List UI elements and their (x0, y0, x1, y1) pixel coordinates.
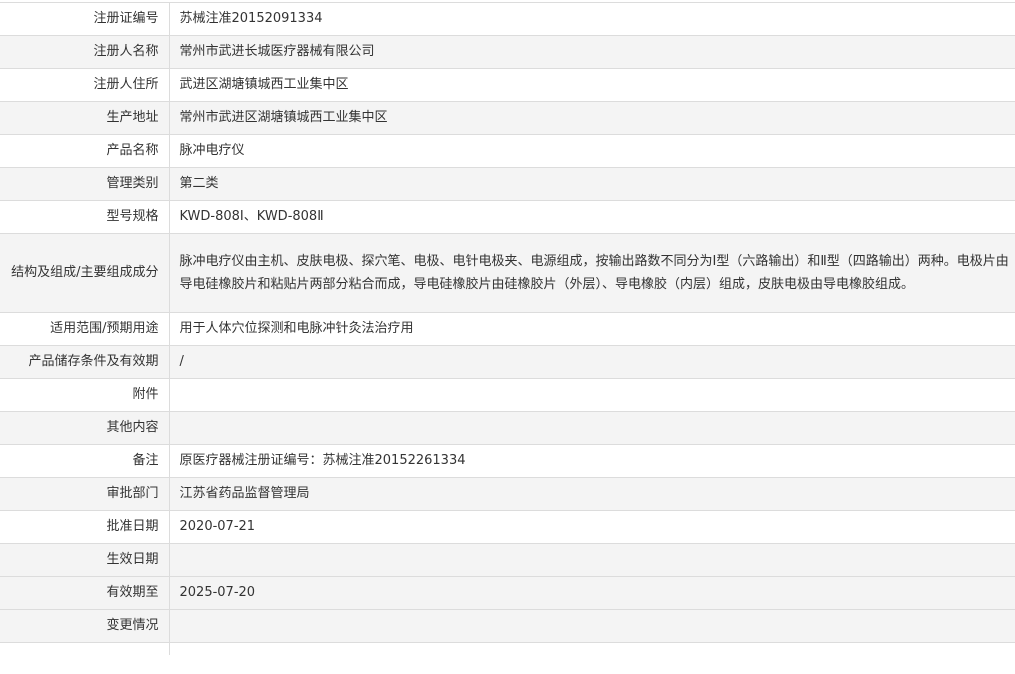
table-row: 产品名称 脉冲电疗仪 (0, 134, 1015, 168)
field-value-registrant-name: 常州市武进长城医疗器械有限公司 (169, 35, 1015, 69)
table-row: 型号规格 KWD-808Ⅰ、KWD-808Ⅱ (0, 200, 1015, 234)
table-row: 备注 原医疗器械注册证编号：苏械注准20152261334 (0, 444, 1015, 478)
table-row: 其他内容 (0, 411, 1015, 445)
table-row: 生效日期 (0, 543, 1015, 577)
field-value-management-category: 第二类 (169, 167, 1015, 201)
field-label-production-address: 生产地址 (0, 101, 170, 135)
table-row-spacer-value (169, 643, 1015, 655)
table-row: 生产地址 常州市武进区湖塘镇城西工业集中区 (0, 101, 1015, 135)
field-value-registration-number: 苏械注准20152091334 (169, 2, 1015, 36)
table-row: 产品储存条件及有效期 / (0, 345, 1015, 379)
field-label-approval-department: 审批部门 (0, 477, 170, 511)
field-value-approval-department: 江苏省药品监督管理局 (169, 477, 1015, 511)
field-value-valid-until: 2025-07-20 (169, 576, 1015, 610)
field-label-structure-composition: 结构及组成/主要组成成分 (0, 233, 170, 313)
field-label-change-history: 变更情况 (0, 609, 170, 643)
table-row: 注册证编号 苏械注准20152091334 (0, 2, 1015, 36)
field-value-other-content (169, 411, 1015, 445)
field-value-approval-date: 2020-07-21 (169, 510, 1015, 544)
field-label-product-name: 产品名称 (0, 134, 170, 168)
table-row: 注册人住所 武进区湖塘镇城西工业集中区 (0, 68, 1015, 102)
field-label-intended-use: 适用范围/预期用途 (0, 312, 170, 346)
table-row: 附件 (0, 378, 1015, 412)
table-row: 有效期至 2025-07-20 (0, 576, 1015, 610)
field-value-storage-validity: / (169, 345, 1015, 379)
table-row: 结构及组成/主要组成成分 脉冲电疗仪由主机、皮肤电极、探穴笔、电极、电针电极夹、… (0, 233, 1015, 313)
registration-detail-table: 注册证编号 苏械注准20152091334 注册人名称 常州市武进长城医疗器械有… (0, 2, 1015, 655)
field-label-attachments: 附件 (0, 378, 170, 412)
field-label-other-content: 其他内容 (0, 411, 170, 445)
field-value-product-name: 脉冲电疗仪 (169, 134, 1015, 168)
field-label-remarks: 备注 (0, 444, 170, 478)
table-row: 批准日期 2020-07-21 (0, 510, 1015, 544)
field-label-model-spec: 型号规格 (0, 200, 170, 234)
field-label-valid-until: 有效期至 (0, 576, 170, 610)
field-label-storage-validity: 产品储存条件及有效期 (0, 345, 170, 379)
field-value-change-history (169, 609, 1015, 643)
table-row: 审批部门 江苏省药品监督管理局 (0, 477, 1015, 511)
field-value-registrant-address: 武进区湖塘镇城西工业集中区 (169, 68, 1015, 102)
table-row: 变更情况 (0, 609, 1015, 643)
field-value-intended-use: 用于人体穴位探测和电脉冲针灸法治疗用 (169, 312, 1015, 346)
field-label-management-category: 管理类别 (0, 167, 170, 201)
table-row: 注册人名称 常州市武进长城医疗器械有限公司 (0, 35, 1015, 69)
field-label-registrant-name: 注册人名称 (0, 35, 170, 69)
field-value-attachments (169, 378, 1015, 412)
table-row (0, 642, 1015, 655)
field-value-production-address: 常州市武进区湖塘镇城西工业集中区 (169, 101, 1015, 135)
field-value-model-spec: KWD-808Ⅰ、KWD-808Ⅱ (169, 200, 1015, 234)
field-value-structure-composition: 脉冲电疗仪由主机、皮肤电极、探穴笔、电极、电针电极夹、电源组成，按输出路数不同分… (169, 233, 1015, 313)
table-row: 适用范围/预期用途 用于人体穴位探测和电脉冲针灸法治疗用 (0, 312, 1015, 346)
table-row: 管理类别 第二类 (0, 167, 1015, 201)
field-value-effective-date (169, 543, 1015, 577)
field-label-effective-date: 生效日期 (0, 543, 170, 577)
field-label-registration-number: 注册证编号 (0, 2, 170, 36)
field-value-remarks: 原医疗器械注册证编号：苏械注准20152261334 (169, 444, 1015, 478)
field-label-approval-date: 批准日期 (0, 510, 170, 544)
table-row-spacer-label (0, 642, 170, 655)
field-label-registrant-address: 注册人住所 (0, 68, 170, 102)
